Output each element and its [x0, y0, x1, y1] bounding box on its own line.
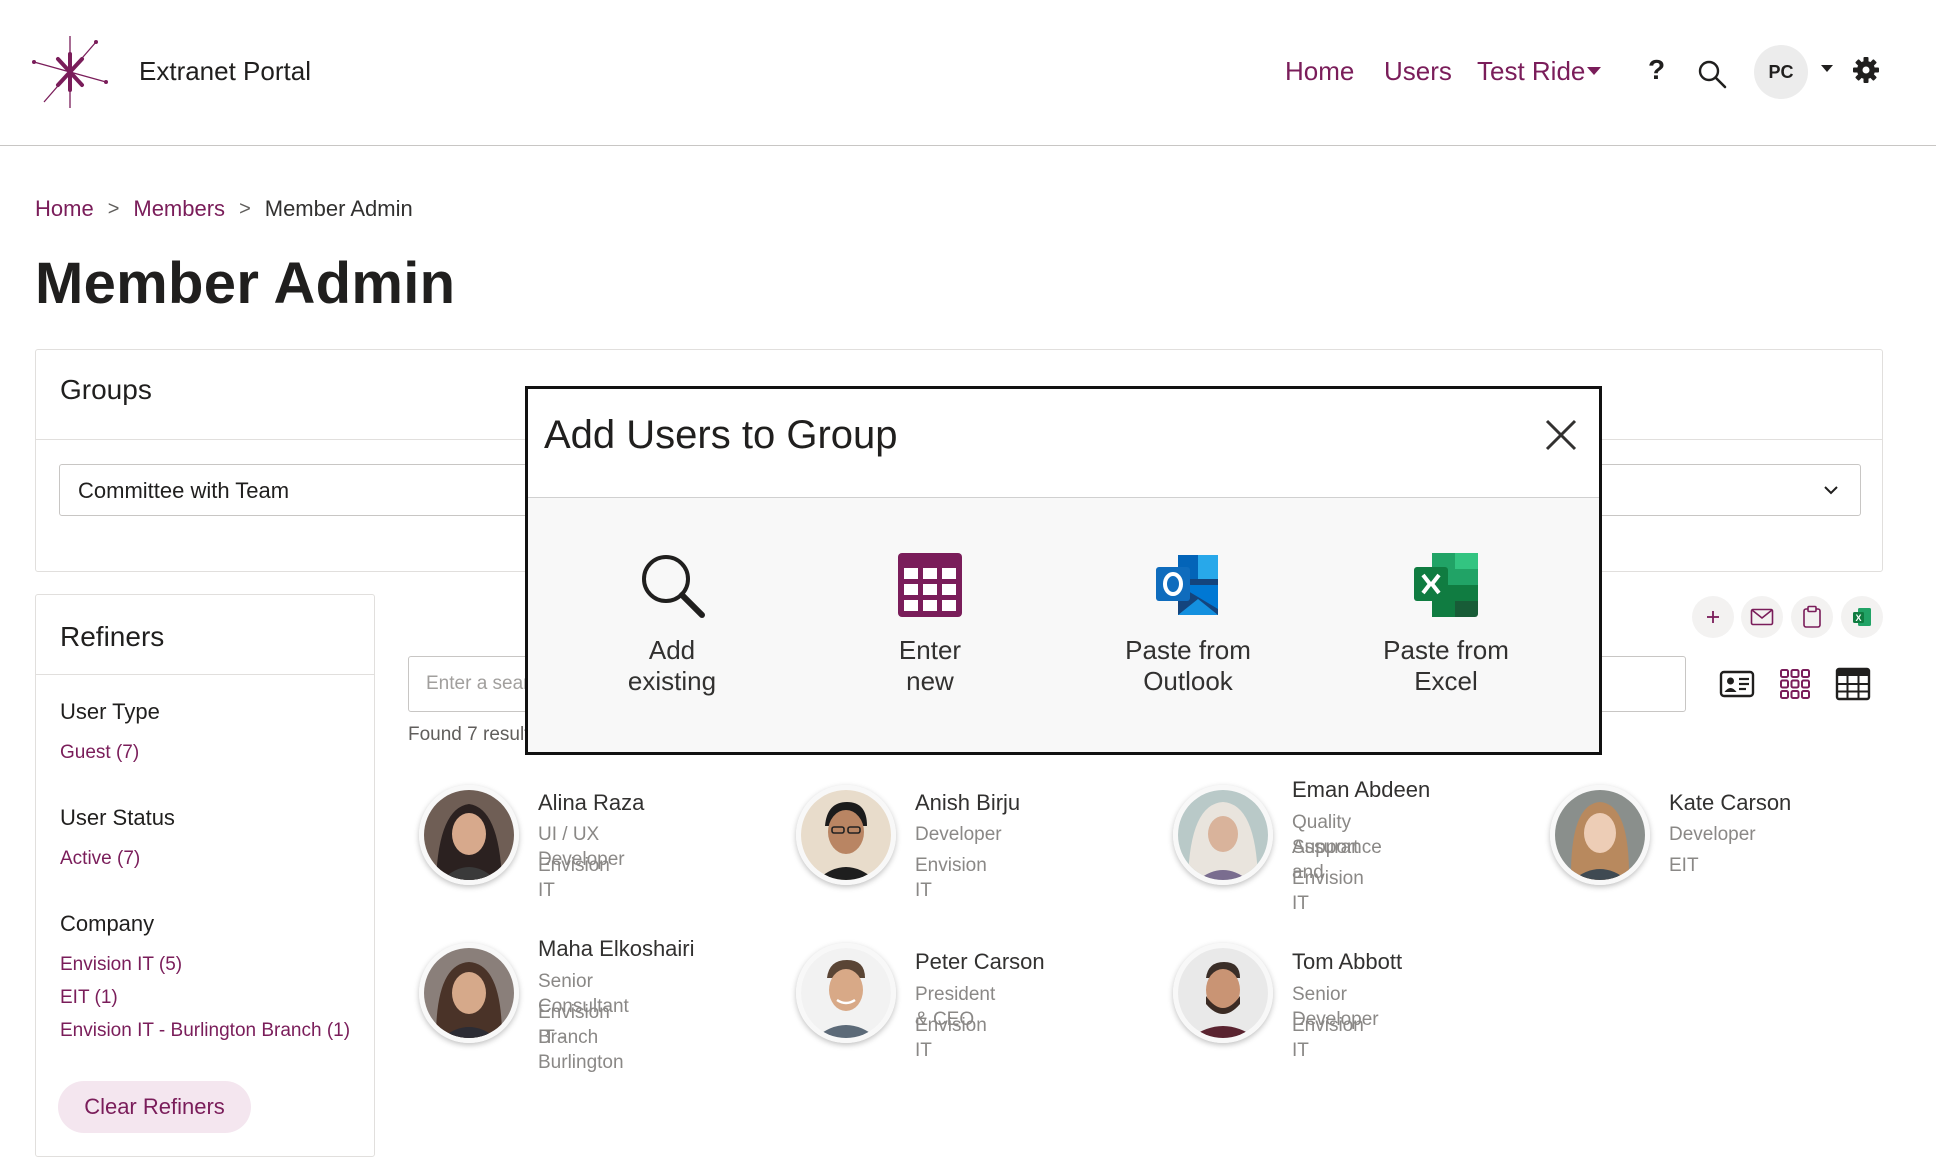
tile-grid-view-icon[interactable] — [1777, 666, 1813, 702]
email-button[interactable] — [1741, 596, 1783, 638]
contact-card-view-icon[interactable] — [1719, 666, 1755, 702]
refiner-heading-user-status: User Status — [60, 805, 175, 830]
dialog-header: Add Users to Group — [528, 389, 1599, 498]
search-icon[interactable] — [1696, 58, 1728, 90]
chevron-down-icon[interactable] — [1821, 65, 1833, 72]
help-icon[interactable]: ? — [1648, 54, 1665, 86]
user-avatar[interactable]: PC — [1754, 45, 1808, 99]
avatar[interactable] — [1173, 785, 1273, 885]
option-label-line: Outlook — [1143, 666, 1233, 696]
refiner-heading-user-type: User Type — [60, 699, 160, 724]
paste-from-excel-option[interactable]: Paste from Excel — [1317, 549, 1575, 697]
clipboard-button[interactable] — [1791, 596, 1833, 638]
add-button[interactable] — [1692, 596, 1734, 638]
clipboard-icon — [1803, 605, 1821, 628]
site-logo-icon[interactable] — [30, 32, 110, 112]
close-icon[interactable] — [1541, 415, 1581, 455]
refiner-item-burlington[interactable]: Envision IT - Burlington Branch (1) — [60, 1020, 350, 1042]
person-company: Envision IT — [915, 855, 987, 901]
refiners-panel: Refiners User Type Guest (7) User Status… — [35, 594, 375, 1157]
results-count: Found 7 results — [408, 724, 539, 745]
person-name[interactable]: Alina Raza — [538, 790, 644, 816]
avatar[interactable] — [796, 785, 896, 885]
person-name[interactable]: Anish Birju — [915, 790, 1020, 816]
site-header: Extranet Portal Home Users Test Ride ? P… — [0, 0, 1936, 146]
plus-icon — [1707, 611, 1719, 623]
breadcrumb-current: Member Admin — [264, 196, 413, 221]
person-title: Developer — [1669, 824, 1756, 845]
person-company: EIT — [1669, 855, 1699, 876]
page-title: Member Admin — [35, 251, 456, 316]
export-excel-button[interactable]: X — [1841, 596, 1883, 638]
option-label-line: existing — [627, 666, 717, 696]
chevron-down-icon[interactable] — [1587, 67, 1601, 75]
person-company: Envision IT — [915, 1015, 987, 1061]
add-users-dialog: Add Users to Group Add existing Enter ne… — [525, 386, 1602, 755]
breadcrumb: Home > Members > Member Admin — [35, 196, 413, 222]
breadcrumb-separator: > — [239, 197, 251, 220]
avatar[interactable] — [1550, 785, 1650, 885]
option-label-line: Add — [648, 635, 696, 665]
mail-icon — [1750, 608, 1774, 626]
search-icon — [642, 555, 705, 618]
nav-test-ride[interactable]: Test Ride — [1477, 56, 1585, 87]
refiner-heading-company: Company — [60, 911, 155, 936]
person-name[interactable]: Tom Abbott — [1292, 949, 1402, 975]
refiner-item-guest[interactable]: Guest (7) — [60, 742, 139, 764]
person-company: Envision IT — [1292, 1015, 1364, 1061]
option-label-line: Enter — [898, 635, 962, 665]
svg-text:X: X — [1855, 613, 1861, 623]
refiner-item-envision-it[interactable]: Envision IT (5) — [60, 954, 182, 976]
avatar[interactable] — [1173, 943, 1273, 1043]
refiner-item-active[interactable]: Active (7) — [60, 848, 140, 870]
clear-refiners-button[interactable]: Clear Refiners — [58, 1081, 251, 1133]
dialog-title: Add Users to Group — [544, 413, 898, 457]
nav-home[interactable]: Home — [1285, 56, 1354, 87]
option-label-line: new — [906, 666, 954, 696]
gear-icon[interactable] — [1852, 56, 1880, 84]
chevron-down-icon — [1824, 486, 1838, 495]
option-label-line: Paste from — [1125, 635, 1251, 665]
person-company: Envision IT — [1292, 868, 1364, 914]
option-label-line: Paste from — [1383, 635, 1509, 665]
person-title: Developer — [915, 824, 1002, 845]
add-existing-option[interactable]: Add existing — [543, 549, 801, 697]
option-label-line: Excel — [1414, 666, 1478, 696]
avatar[interactable] — [796, 943, 896, 1043]
enter-new-option[interactable]: Enter new — [801, 549, 1059, 697]
person-title: Support — [1292, 837, 1359, 858]
person-name[interactable]: Maha Elkoshairi — [538, 936, 695, 962]
table-view-icon[interactable] — [1835, 666, 1871, 702]
person-company: Branch — [538, 1027, 599, 1048]
person-name[interactable]: Kate Carson — [1669, 790, 1791, 816]
person-company: Envision IT — [538, 855, 610, 901]
person-name[interactable]: Eman Abdeen — [1292, 777, 1430, 803]
excel-icon: X — [1853, 608, 1871, 626]
outlook-icon — [1156, 555, 1218, 615]
table-grid-icon — [898, 553, 962, 617]
excel-icon — [1414, 553, 1478, 617]
nav-users[interactable]: Users — [1384, 56, 1452, 87]
refiners-title: Refiners — [60, 621, 165, 652]
refiners-header: Refiners — [36, 595, 374, 675]
site-title[interactable]: Extranet Portal — [139, 56, 311, 87]
breadcrumb-home[interactable]: Home — [35, 196, 94, 222]
groups-title: Groups — [60, 374, 152, 405]
avatar[interactable] — [419, 785, 519, 885]
avatar[interactable] — [419, 943, 519, 1043]
group-select-value: Committee with Team — [78, 478, 290, 503]
person-name[interactable]: Peter Carson — [915, 949, 1045, 975]
paste-from-outlook-option[interactable]: Paste from Outlook — [1059, 549, 1317, 697]
refiner-item-eit[interactable]: EIT (1) — [60, 987, 118, 1009]
breadcrumb-members[interactable]: Members — [133, 196, 225, 222]
breadcrumb-separator: > — [107, 197, 120, 220]
